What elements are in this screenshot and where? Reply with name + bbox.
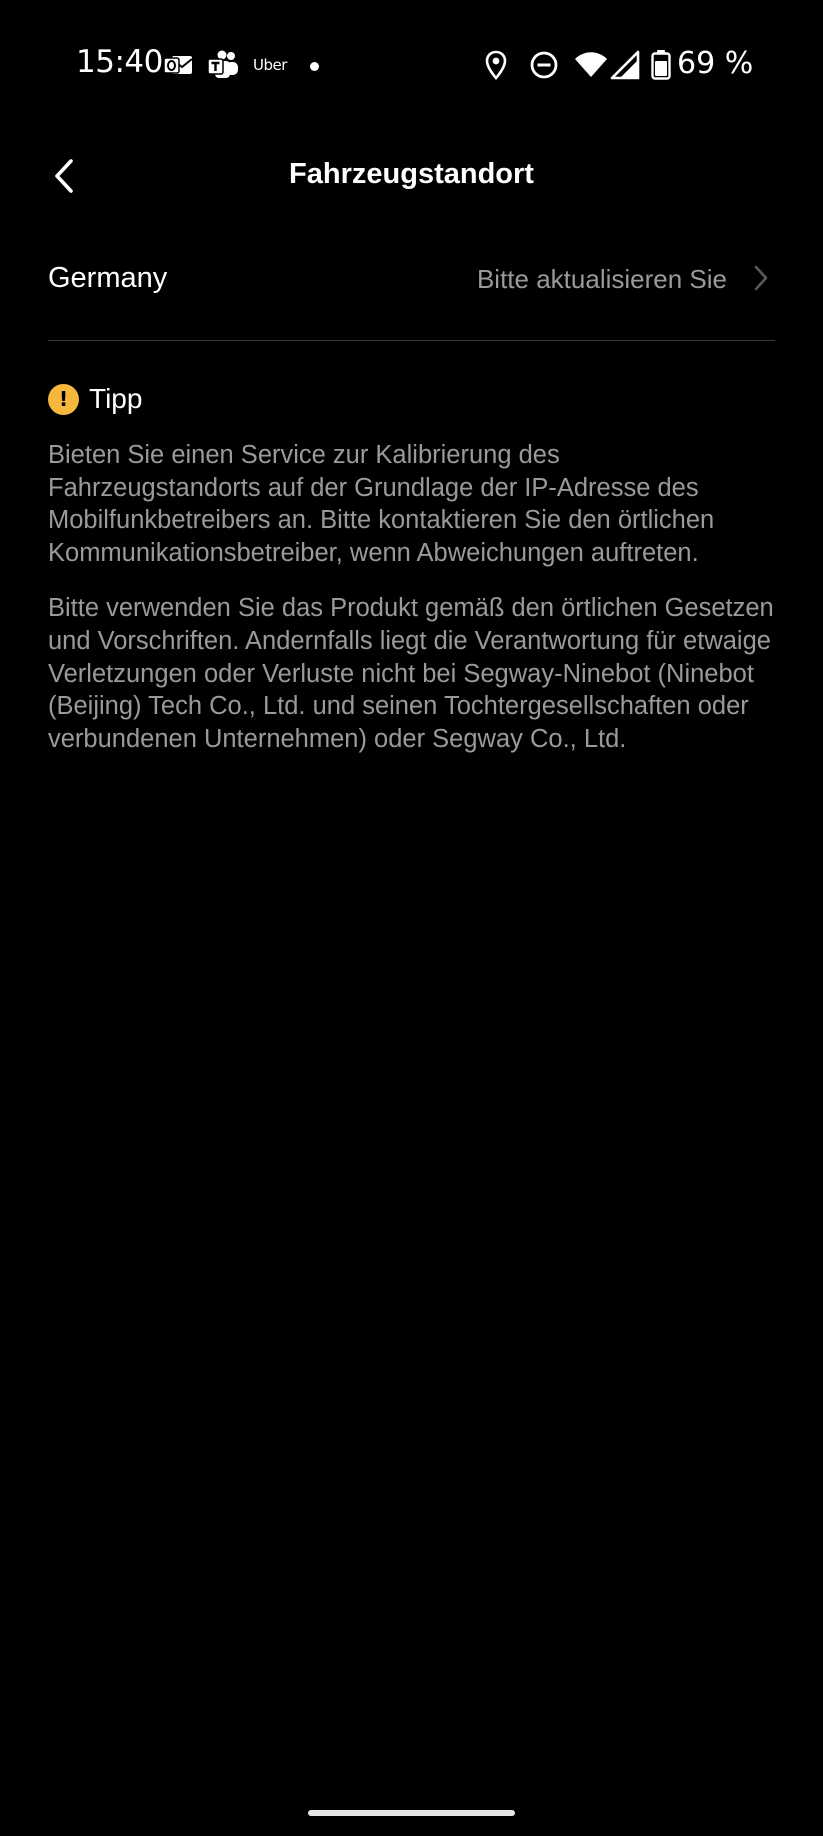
- teams-icon: [207, 50, 239, 85]
- tip-paragraph-legal: Bitte verwenden Sie das Produkt gemäß de…: [48, 594, 774, 753]
- warning-icon: !: [48, 383, 79, 415]
- home-indicator[interactable]: [308, 1810, 515, 1816]
- outlook-icon: [163, 50, 193, 85]
- do-not-disturb-icon: [529, 50, 559, 85]
- battery-percent: 69 %: [677, 46, 754, 81]
- wifi-icon: [574, 50, 608, 85]
- more-notifications-dot: [310, 62, 319, 71]
- region-name: Germany: [48, 262, 168, 294]
- status-bar: 15:40 Uber 69 %: [0, 0, 823, 132]
- battery-icon: [651, 50, 671, 85]
- region-status: Bitte aktualisieren Sie: [476, 264, 727, 294]
- uber-icon: Uber: [253, 56, 287, 74]
- location-icon: [484, 50, 508, 85]
- tip-header: ! Tipp: [48, 382, 142, 416]
- chevron-right-icon: [753, 264, 769, 297]
- tip-body: Bieten Sie einen Service zur Kalibrierun…: [48, 439, 778, 778]
- tip-title: Tipp: [89, 383, 143, 414]
- page-title: Fahrzeugstandort: [289, 158, 534, 190]
- cellular-signal-icon: [610, 50, 640, 85]
- vehicle-location-region-row[interactable]: Germany Bitte aktualisieren Sie: [48, 246, 775, 341]
- status-time: 15:40: [76, 44, 163, 80]
- tip-paragraph-calibration: Bieten Sie einen Service zur Kalibrierun…: [48, 441, 715, 567]
- app-header: Fahrzeugstandort: [0, 140, 823, 212]
